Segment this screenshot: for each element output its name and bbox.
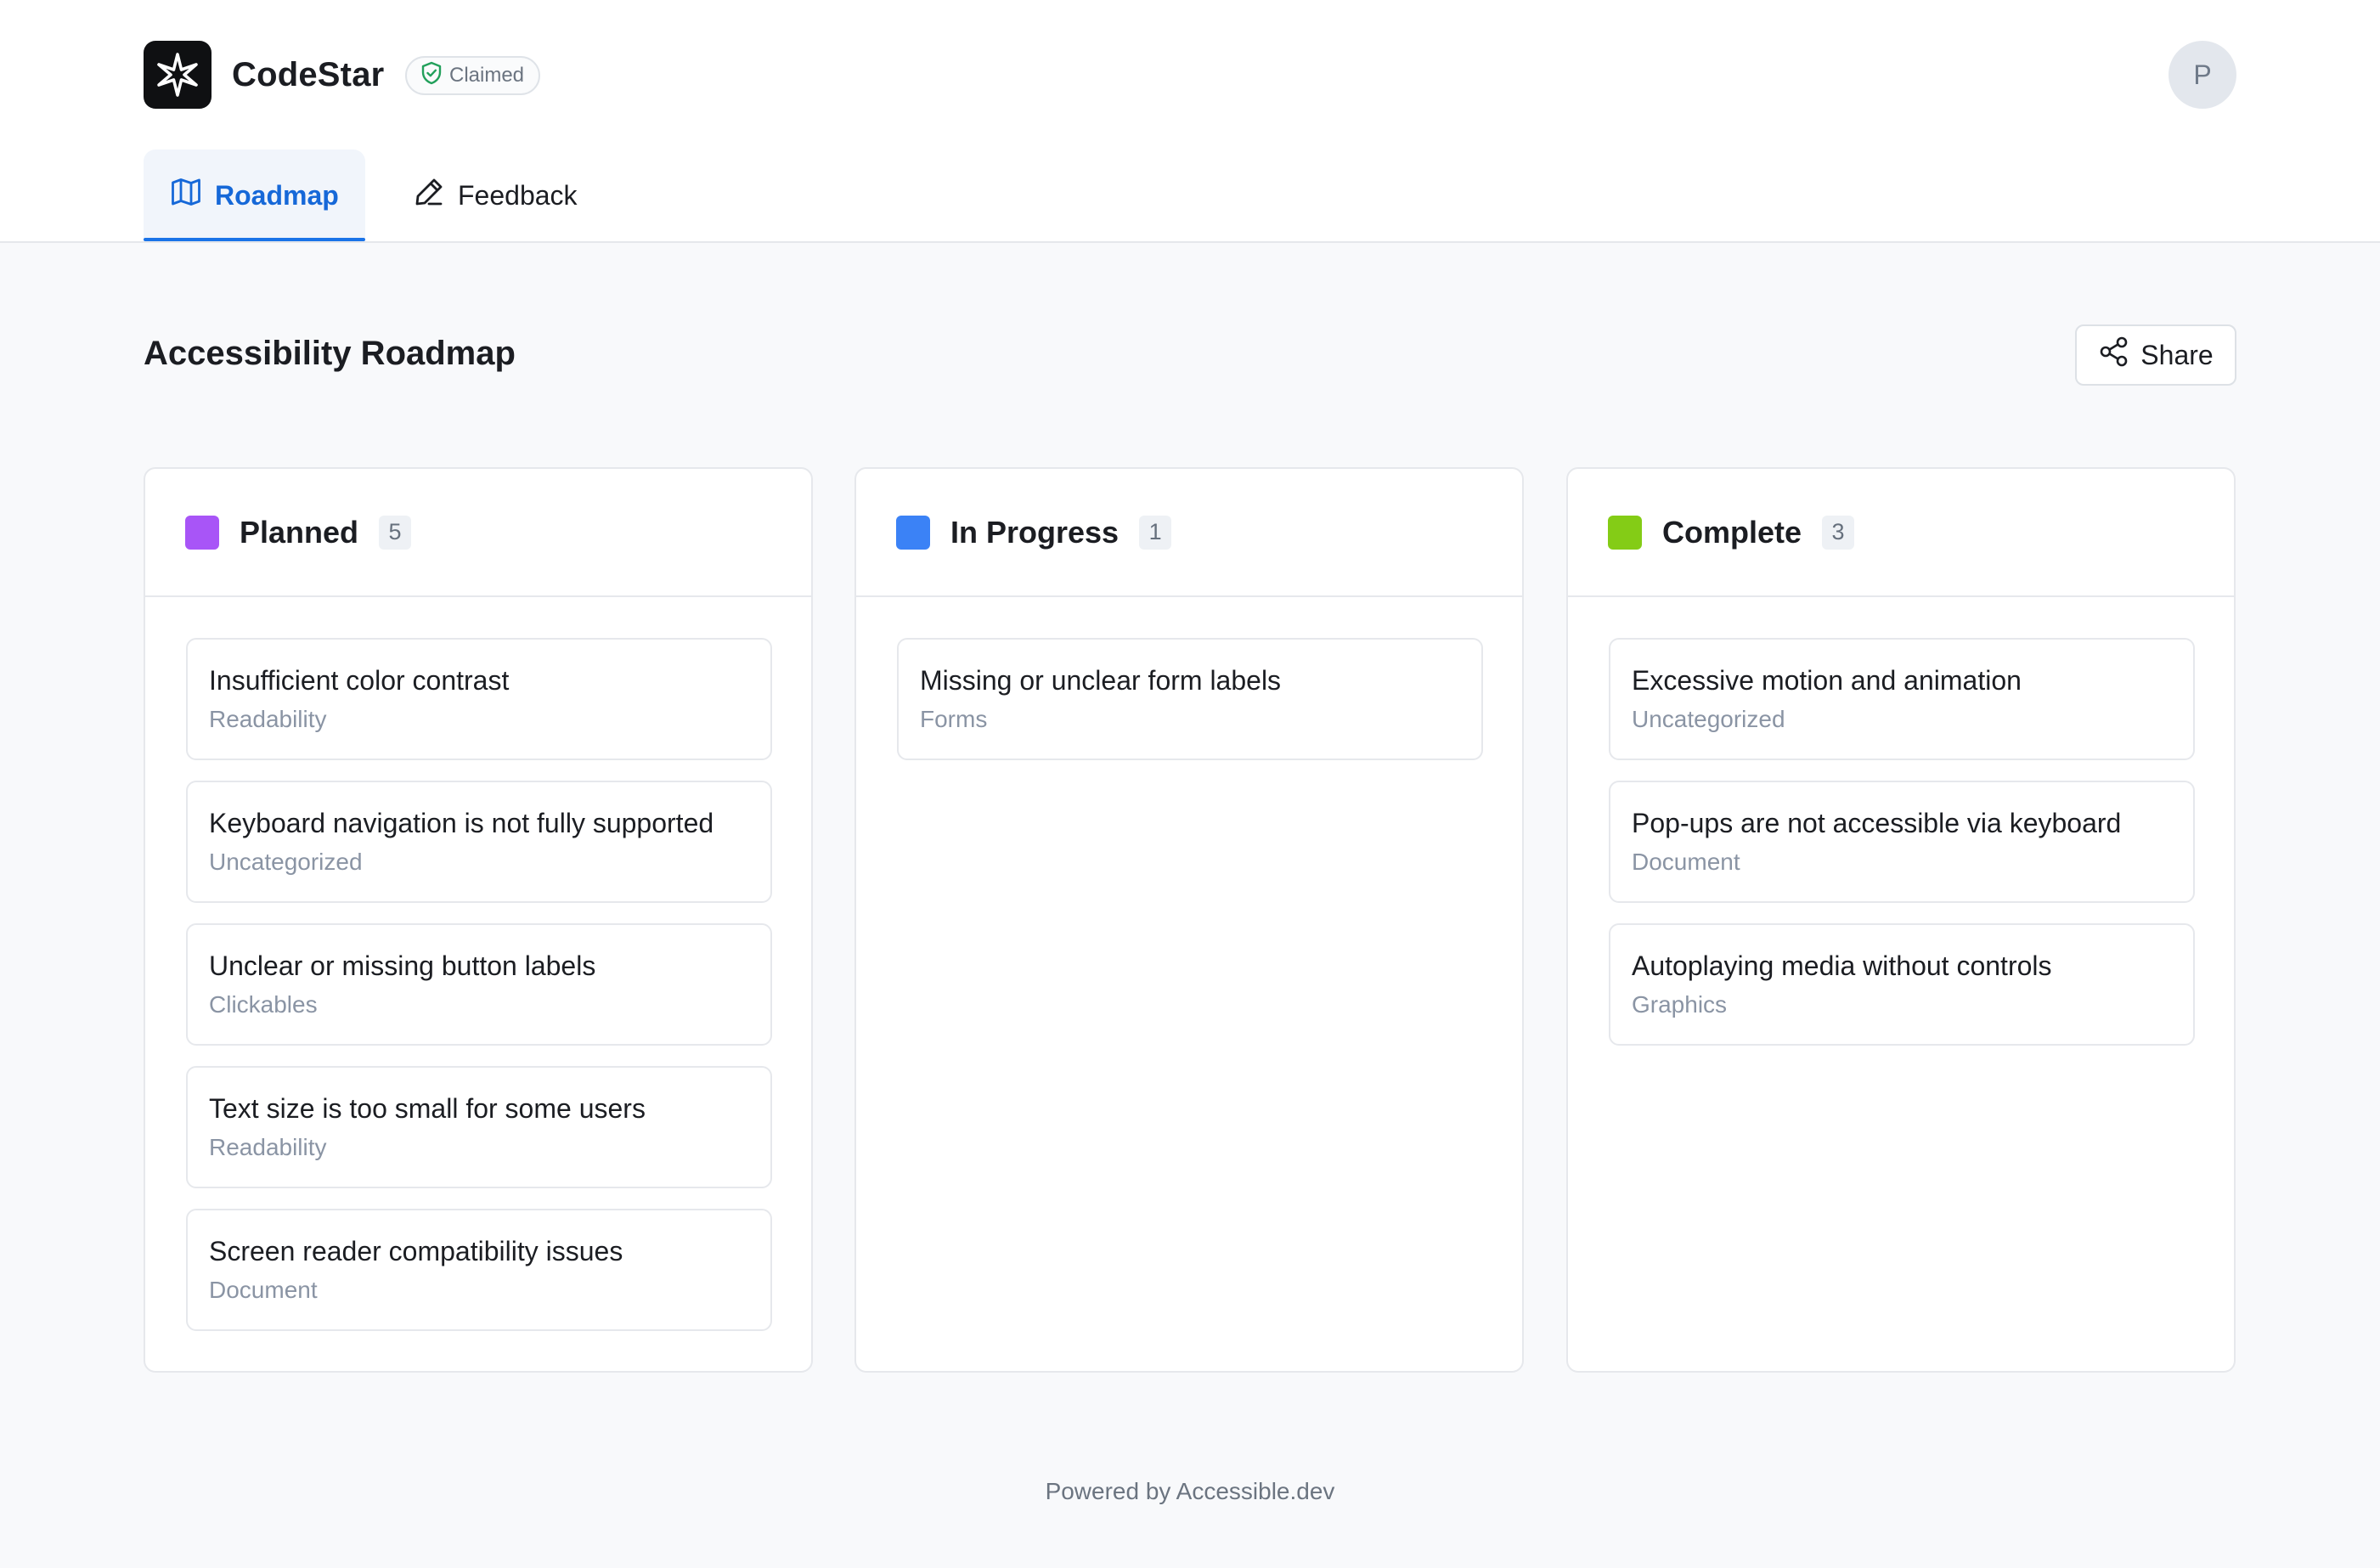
card-title: Keyboard navigation is not fully support…: [209, 808, 714, 838]
column-header: Planned 5: [145, 469, 811, 597]
roadmap-card[interactable]: Missing or unclear form labels Forms: [897, 638, 1483, 760]
column-header: Complete 3: [1568, 469, 2234, 597]
roadmap-card[interactable]: Screen reader compatibility issues Docum…: [186, 1209, 772, 1331]
card-category: Forms: [920, 706, 988, 732]
column-count-badge: 1: [1139, 515, 1172, 550]
card-title: Pop-ups are not accessible via keyboard: [1632, 808, 2122, 838]
shield-check-icon: [420, 61, 443, 91]
card-title: Insufficient color contrast: [209, 665, 510, 696]
roadmap-card[interactable]: Pop-ups are not accessible via keyboard …: [1609, 781, 2195, 903]
tab-feedback-label: Feedback: [458, 179, 578, 211]
card-list: Insufficient color contrast Readability …: [145, 597, 811, 1331]
card-category: Document: [209, 1277, 318, 1303]
card-title: Unclear or missing button labels: [209, 950, 596, 981]
column-count-badge: 5: [379, 515, 412, 550]
card-title: Excessive motion and animation: [1632, 665, 2022, 696]
roadmap-card[interactable]: Text size is too small for some users Re…: [186, 1066, 772, 1188]
status-color-swatch: [185, 515, 219, 550]
tab-roadmap[interactable]: Roadmap: [144, 149, 365, 241]
card-title: Autoplaying media without controls: [1632, 950, 2052, 981]
tab-roadmap-label: Roadmap: [215, 179, 339, 211]
card-category: Readability: [209, 706, 327, 732]
roadmap-card[interactable]: Insufficient color contrast Readability: [186, 638, 772, 760]
card-category: Graphics: [1632, 991, 1728, 1018]
column-count-badge: 3: [1822, 515, 1855, 550]
share-button[interactable]: Share: [2075, 324, 2236, 386]
avatar-initial: P: [2193, 59, 2212, 90]
page-title: Accessibility Roadmap: [144, 335, 516, 372]
top-bar: CodeStar Claimed P Roadmap Feedback: [0, 0, 2380, 243]
roadmap-card[interactable]: Unclear or missing button labels Clickab…: [186, 923, 772, 1046]
card-title: Text size is too small for some users: [209, 1093, 646, 1124]
column-complete: Complete 3 Excessive motion and animatio…: [1566, 467, 2236, 1373]
tab-feedback[interactable]: Feedback: [414, 149, 578, 241]
column-planned: Planned 5 Insufficient color contrast Re…: [144, 467, 813, 1373]
card-category: Uncategorized: [1632, 706, 1785, 732]
roadmap-card[interactable]: Excessive motion and animation Uncategor…: [1609, 638, 2195, 760]
column-header: In Progress 1: [856, 469, 1522, 597]
card-list: Excessive motion and animation Uncategor…: [1568, 597, 2234, 1046]
map-icon: [171, 178, 201, 213]
column-title: Planned: [240, 514, 359, 550]
status-color-swatch: [896, 515, 930, 550]
card-title: Missing or unclear form labels: [920, 665, 1282, 696]
avatar[interactable]: P: [2169, 41, 2236, 109]
card-list: Missing or unclear form labels Forms: [856, 597, 1522, 760]
column-title: Complete: [1662, 514, 1802, 550]
card-category: Document: [1632, 849, 1740, 875]
card-category: Uncategorized: [209, 849, 363, 875]
column-title: In Progress: [950, 514, 1120, 550]
roadmap-card[interactable]: Autoplaying media without controls Graph…: [1609, 923, 2195, 1046]
column-in-progress: In Progress 1 Missing or unclear form la…: [854, 467, 1524, 1373]
share-button-label: Share: [2140, 339, 2214, 370]
footer-powered-by[interactable]: Powered by Accessible.dev: [0, 1478, 2380, 1505]
sparkle-star-icon[interactable]: [144, 41, 211, 109]
status-color-swatch: [1608, 515, 1642, 550]
card-category: Clickables: [209, 991, 318, 1018]
card-category: Readability: [209, 1134, 327, 1160]
roadmap-card[interactable]: Keyboard navigation is not fully support…: [186, 781, 772, 903]
pencil-icon: [414, 177, 444, 214]
share-icon: [2098, 336, 2130, 375]
claimed-badge-label: Claimed: [449, 64, 525, 87]
brand-name: CodeStar: [232, 56, 385, 93]
active-tab-indicator: [144, 238, 365, 241]
claimed-badge: Claimed: [405, 56, 541, 95]
card-title: Screen reader compatibility issues: [209, 1236, 623, 1266]
